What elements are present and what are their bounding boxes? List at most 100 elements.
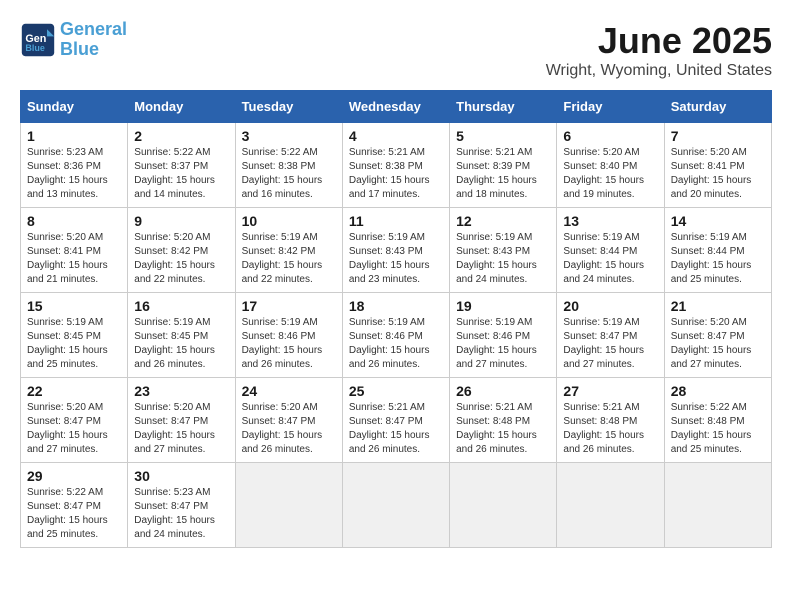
day-number: 21 [671,298,765,314]
day-detail: Sunrise: 5:20 AMSunset: 8:41 PMDaylight:… [671,147,752,200]
day-detail: Sunrise: 5:19 AMSunset: 8:46 PMDaylight:… [242,317,323,370]
weekday-header-wednesday: Wednesday [342,91,449,123]
calendar-cell [450,463,557,548]
weekday-header-tuesday: Tuesday [235,91,342,123]
calendar-cell: 26 Sunrise: 5:21 AMSunset: 8:48 PMDaylig… [450,378,557,463]
calendar-cell: 12 Sunrise: 5:19 AMSunset: 8:43 PMDaylig… [450,208,557,293]
day-detail: Sunrise: 5:19 AMSunset: 8:43 PMDaylight:… [349,232,430,285]
calendar-cell [557,463,664,548]
day-detail: Sunrise: 5:19 AMSunset: 8:45 PMDaylight:… [27,317,108,370]
header: Gen Blue GeneralBlue June 2025 Wright, W… [20,20,772,80]
day-number: 15 [27,298,121,314]
day-detail: Sunrise: 5:19 AMSunset: 8:45 PMDaylight:… [134,317,215,370]
day-detail: Sunrise: 5:20 AMSunset: 8:47 PMDaylight:… [242,402,323,455]
day-number: 29 [27,468,121,484]
day-number: 23 [134,383,228,399]
day-number: 27 [563,383,657,399]
calendar-cell: 19 Sunrise: 5:19 AMSunset: 8:46 PMDaylig… [450,293,557,378]
title-area: June 2025 Wright, Wyoming, United States [546,20,772,80]
calendar-cell: 7 Sunrise: 5:20 AMSunset: 8:41 PMDayligh… [664,123,771,208]
day-detail: Sunrise: 5:19 AMSunset: 8:43 PMDaylight:… [456,232,537,285]
calendar-cell: 29 Sunrise: 5:22 AMSunset: 8:47 PMDaylig… [21,463,128,548]
logo-text: GeneralBlue [60,20,127,60]
month-title: June 2025 [546,20,772,62]
calendar-cell: 8 Sunrise: 5:20 AMSunset: 8:41 PMDayligh… [21,208,128,293]
day-number: 9 [134,213,228,229]
day-number: 1 [27,128,121,144]
day-number: 25 [349,383,443,399]
day-detail: Sunrise: 5:21 AMSunset: 8:48 PMDaylight:… [563,402,644,455]
day-detail: Sunrise: 5:21 AMSunset: 8:47 PMDaylight:… [349,402,430,455]
day-detail: Sunrise: 5:19 AMSunset: 8:42 PMDaylight:… [242,232,323,285]
day-detail: Sunrise: 5:20 AMSunset: 8:47 PMDaylight:… [27,402,108,455]
location-title: Wright, Wyoming, United States [546,62,772,80]
day-number: 6 [563,128,657,144]
calendar-cell: 24 Sunrise: 5:20 AMSunset: 8:47 PMDaylig… [235,378,342,463]
calendar-cell: 9 Sunrise: 5:20 AMSunset: 8:42 PMDayligh… [128,208,235,293]
day-number: 2 [134,128,228,144]
day-detail: Sunrise: 5:20 AMSunset: 8:47 PMDaylight:… [134,402,215,455]
logo-icon: Gen Blue [20,22,56,58]
calendar-week-row: 22 Sunrise: 5:20 AMSunset: 8:47 PMDaylig… [21,378,772,463]
calendar-cell: 30 Sunrise: 5:23 AMSunset: 8:47 PMDaylig… [128,463,235,548]
day-detail: Sunrise: 5:21 AMSunset: 8:39 PMDaylight:… [456,147,537,200]
calendar-cell: 17 Sunrise: 5:19 AMSunset: 8:46 PMDaylig… [235,293,342,378]
calendar-cell: 16 Sunrise: 5:19 AMSunset: 8:45 PMDaylig… [128,293,235,378]
calendar-week-row: 29 Sunrise: 5:22 AMSunset: 8:47 PMDaylig… [21,463,772,548]
day-number: 16 [134,298,228,314]
calendar-week-row: 15 Sunrise: 5:19 AMSunset: 8:45 PMDaylig… [21,293,772,378]
day-number: 30 [134,468,228,484]
calendar-table: SundayMondayTuesdayWednesdayThursdayFrid… [20,90,772,548]
day-detail: Sunrise: 5:22 AMSunset: 8:47 PMDaylight:… [27,487,108,540]
weekday-header-saturday: Saturday [664,91,771,123]
calendar-cell: 5 Sunrise: 5:21 AMSunset: 8:39 PMDayligh… [450,123,557,208]
day-number: 4 [349,128,443,144]
day-number: 26 [456,383,550,399]
day-detail: Sunrise: 5:23 AMSunset: 8:36 PMDaylight:… [27,147,108,200]
calendar-cell: 3 Sunrise: 5:22 AMSunset: 8:38 PMDayligh… [235,123,342,208]
calendar-cell [664,463,771,548]
day-detail: Sunrise: 5:20 AMSunset: 8:42 PMDaylight:… [134,232,215,285]
day-detail: Sunrise: 5:23 AMSunset: 8:47 PMDaylight:… [134,487,215,540]
calendar-cell: 15 Sunrise: 5:19 AMSunset: 8:45 PMDaylig… [21,293,128,378]
calendar-cell: 21 Sunrise: 5:20 AMSunset: 8:47 PMDaylig… [664,293,771,378]
calendar-cell [235,463,342,548]
weekday-header-friday: Friday [557,91,664,123]
day-detail: Sunrise: 5:20 AMSunset: 8:47 PMDaylight:… [671,317,752,370]
day-number: 17 [242,298,336,314]
calendar-cell: 28 Sunrise: 5:22 AMSunset: 8:48 PMDaylig… [664,378,771,463]
calendar-cell: 2 Sunrise: 5:22 AMSunset: 8:37 PMDayligh… [128,123,235,208]
day-number: 5 [456,128,550,144]
calendar-week-row: 1 Sunrise: 5:23 AMSunset: 8:36 PMDayligh… [21,123,772,208]
calendar-cell: 25 Sunrise: 5:21 AMSunset: 8:47 PMDaylig… [342,378,449,463]
weekday-header-sunday: Sunday [21,91,128,123]
day-detail: Sunrise: 5:19 AMSunset: 8:46 PMDaylight:… [349,317,430,370]
day-number: 8 [27,213,121,229]
day-detail: Sunrise: 5:20 AMSunset: 8:40 PMDaylight:… [563,147,644,200]
weekday-header-row: SundayMondayTuesdayWednesdayThursdayFrid… [21,91,772,123]
calendar-cell: 18 Sunrise: 5:19 AMSunset: 8:46 PMDaylig… [342,293,449,378]
day-number: 7 [671,128,765,144]
day-number: 19 [456,298,550,314]
day-number: 14 [671,213,765,229]
weekday-header-thursday: Thursday [450,91,557,123]
day-number: 11 [349,213,443,229]
calendar-cell: 1 Sunrise: 5:23 AMSunset: 8:36 PMDayligh… [21,123,128,208]
day-number: 10 [242,213,336,229]
day-detail: Sunrise: 5:19 AMSunset: 8:47 PMDaylight:… [563,317,644,370]
logo: Gen Blue GeneralBlue [20,20,127,60]
day-number: 20 [563,298,657,314]
day-number: 18 [349,298,443,314]
calendar-cell: 11 Sunrise: 5:19 AMSunset: 8:43 PMDaylig… [342,208,449,293]
day-number: 3 [242,128,336,144]
day-detail: Sunrise: 5:19 AMSunset: 8:46 PMDaylight:… [456,317,537,370]
calendar-cell: 23 Sunrise: 5:20 AMSunset: 8:47 PMDaylig… [128,378,235,463]
day-detail: Sunrise: 5:22 AMSunset: 8:37 PMDaylight:… [134,147,215,200]
calendar-cell: 22 Sunrise: 5:20 AMSunset: 8:47 PMDaylig… [21,378,128,463]
day-detail: Sunrise: 5:19 AMSunset: 8:44 PMDaylight:… [563,232,644,285]
day-detail: Sunrise: 5:22 AMSunset: 8:38 PMDaylight:… [242,147,323,200]
day-number: 24 [242,383,336,399]
day-number: 22 [27,383,121,399]
calendar-cell: 6 Sunrise: 5:20 AMSunset: 8:40 PMDayligh… [557,123,664,208]
calendar-cell: 27 Sunrise: 5:21 AMSunset: 8:48 PMDaylig… [557,378,664,463]
